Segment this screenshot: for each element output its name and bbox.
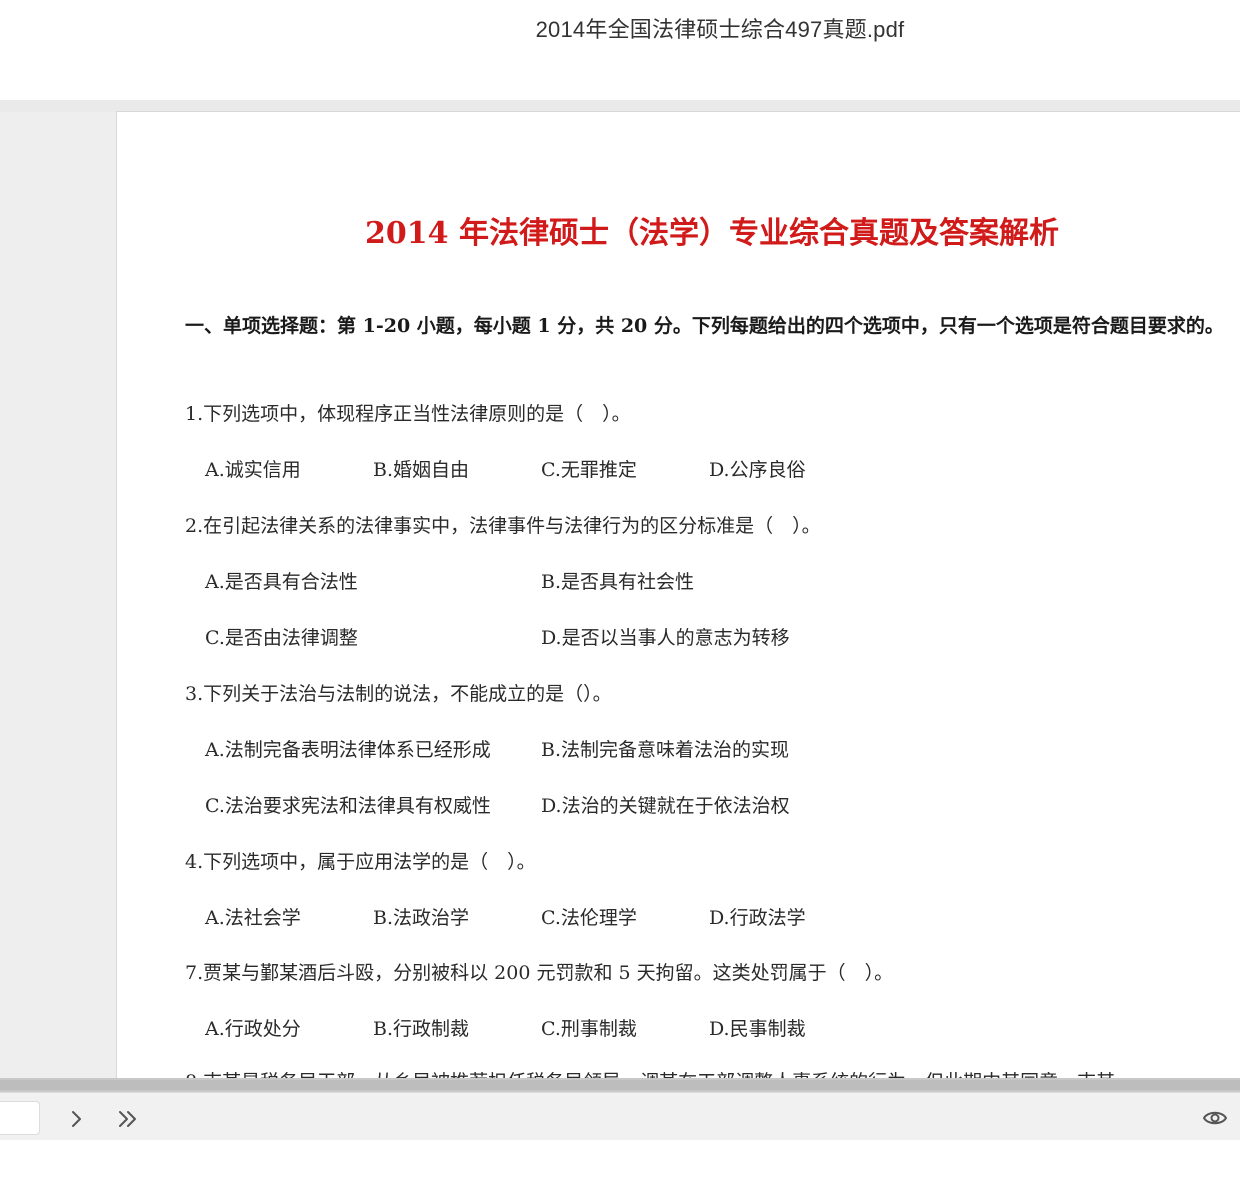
question-7-option-a: A.行政处分 [205, 1018, 301, 1040]
partial-question-line: 8.吉某是税务局干部，从乡局被推荐担任税务局领导、调某在工部调整人事系统的行为，… [185, 1067, 1115, 1078]
question-2: 2.在引起法律关系的法律事实中，法律事件与法律行为的区分标准是（ ）。 [185, 515, 821, 537]
question-1-option-c: C.无罪推定 [541, 459, 637, 481]
double-chevron-right-icon [119, 1111, 136, 1127]
question-4-option-b: B.法政治学 [373, 907, 470, 929]
page-heading: 2014 年法律硕士（法学）专业综合真题及答案解析 [365, 216, 1059, 251]
question-2-option-c: C.是否由法律调整 [205, 627, 358, 649]
question-1-option-a: A.诚实信用 [205, 459, 301, 481]
question-7-option-b: B.行政制裁 [373, 1018, 470, 1040]
page-footer-space [0, 1140, 1240, 1180]
horizontal-scrollbar[interactable] [0, 1078, 1240, 1092]
question-4: 4.下列选项中，属于应用法学的是（ ）。 [185, 851, 536, 873]
question-1-option-d: D.公序良俗 [709, 459, 806, 481]
question-3-option-d: D.法治的关键就在于依法治权 [541, 795, 790, 817]
question-7: 7.贾某与鄞某酒后斗殴，分别被科以 200 元罚款和 5 天拘留。这类处罚属于（… [185, 962, 894, 984]
document-title: 2014年全国法律硕士综合497真题.pdf [535, 17, 905, 42]
chevron-right-icon [72, 1111, 81, 1127]
horizontal-scrollbar-thumb[interactable] [0, 1080, 1240, 1090]
question-2-option-b: B.是否具有社会性 [541, 571, 695, 593]
question-2-option-d: D.是否以当事人的意志为转移 [541, 627, 790, 649]
viewer-toolbar [0, 1092, 1240, 1141]
question-7-option-d: D.民事制裁 [709, 1018, 806, 1040]
pdf-page: 2014 年法律硕士（法学）专业综合真题及答案解析 一、单项选择题：第 1-20… [116, 111, 1240, 1078]
question-1: 1.下列选项中，体现程序正当性法律原则的是（ ）。 [185, 403, 631, 425]
question-3-option-c: C.法治要求宪法和法律具有权威性 [205, 795, 491, 817]
question-4-option-c: C.法伦理学 [541, 907, 637, 929]
question-3-option-b: B.法制完备意味着法治的实现 [541, 739, 790, 761]
question-7-option-c: C.刑事制裁 [541, 1018, 637, 1040]
view-mode-button[interactable] [1200, 1105, 1230, 1131]
last-page-button[interactable] [112, 1103, 144, 1135]
pdf-viewer[interactable]: 2014 年法律硕士（法学）专业综合真题及答案解析 一、单项选择题：第 1-20… [0, 100, 1240, 1078]
question-3-option-a: A.法制完备表明法律体系已经形成 [205, 739, 491, 761]
question-1-option-b: B.婚姻自由 [373, 459, 470, 481]
eye-icon [1202, 1111, 1228, 1125]
page-number-input[interactable] [0, 1101, 40, 1135]
question-2-option-a: A.是否具有合法性 [205, 571, 358, 593]
next-page-button[interactable] [60, 1103, 92, 1135]
section-heading: 一、单项选择题：第 1-20 小题，每小题 1 分，共 20 分。下列每题给出的… [185, 315, 1224, 337]
title-bar: 2014年全国法律硕士综合497真题.pdf [0, 0, 1240, 100]
question-4-option-a: A.法社会学 [205, 907, 301, 929]
question-4-option-d: D.行政法学 [709, 907, 806, 929]
question-3: 3.下列关于法治与法制的说法，不能成立的是（）。 [185, 683, 612, 705]
